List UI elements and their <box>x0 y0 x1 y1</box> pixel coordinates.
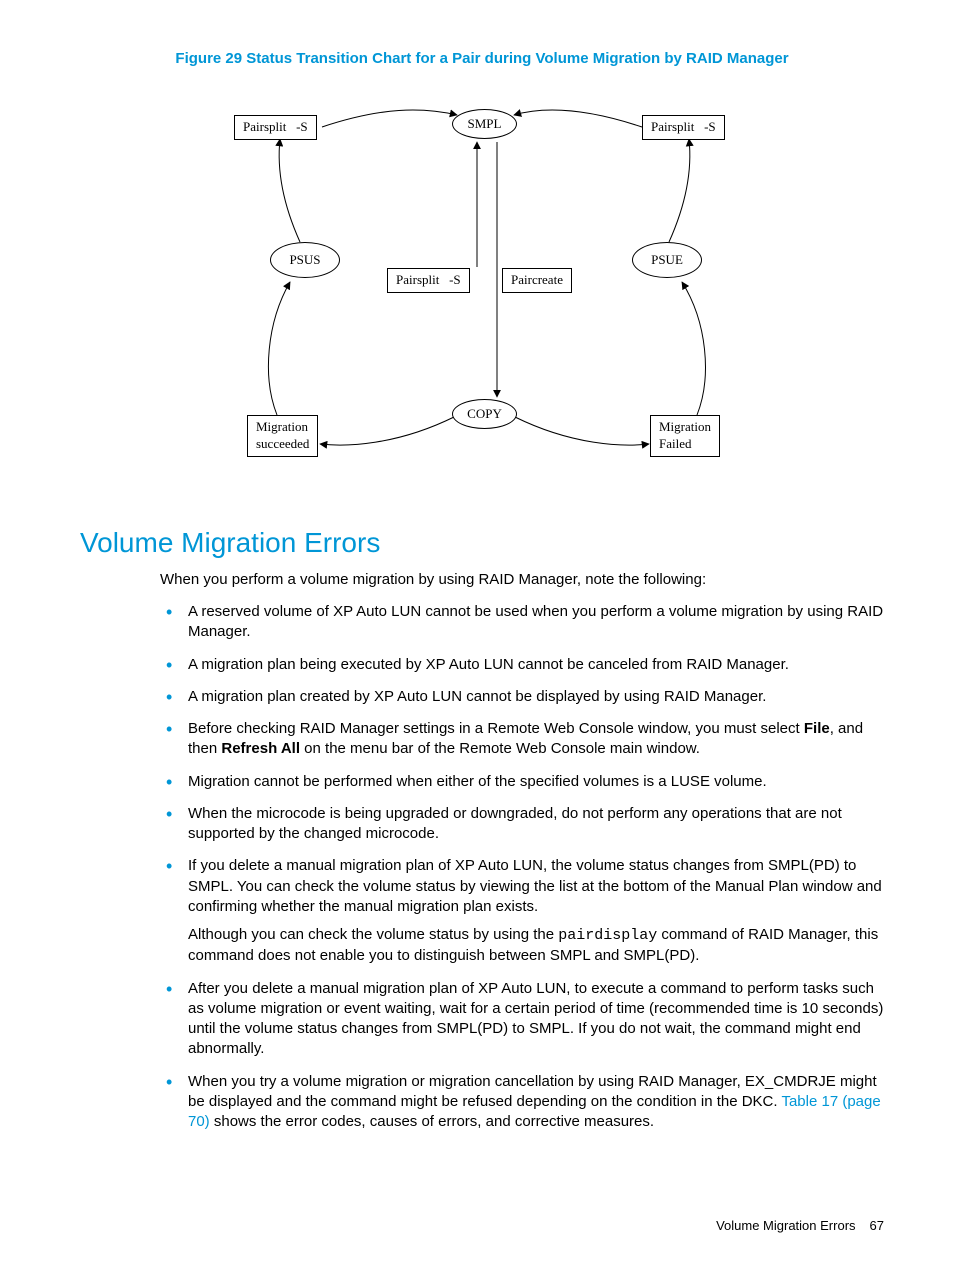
figure-caption: Figure 29 Status Transition Chart for a … <box>80 50 884 67</box>
node-smpl: SMPL <box>452 109 517 139</box>
list-item-text: A migration plan created by XP Auto LUN … <box>188 687 884 707</box>
list-item: After you delete a manual migration plan… <box>188 979 884 1060</box>
node-copy: COPY <box>452 399 517 429</box>
page-footer: Volume Migration Errors 67 <box>716 1218 884 1233</box>
list-item-text: When the microcode is being upgraded or … <box>188 804 884 845</box>
node-pairsplit-top-right: Pairsplit -S <box>642 115 725 140</box>
section-heading: Volume Migration Errors <box>80 527 884 559</box>
list-item-text: Before checking RAID Manager settings in… <box>188 719 884 760</box>
list-item: When the microcode is being upgraded or … <box>188 804 884 845</box>
list-item-text: A migration plan being executed by XP Au… <box>188 655 884 675</box>
footer-page-number: 67 <box>870 1218 884 1233</box>
list-item: A migration plan created by XP Auto LUN … <box>188 687 884 707</box>
node-migration-failed: Migration Failed <box>650 415 720 457</box>
node-psus: PSUS <box>270 242 340 278</box>
node-pairsplit-top-left: Pairsplit -S <box>234 115 317 140</box>
list-item: If you delete a manual migration plan of… <box>188 856 884 966</box>
node-migration-succeeded: Migration succeeded <box>247 415 318 457</box>
error-list: A reserved volume of XP Auto LUN cannot … <box>160 602 884 1144</box>
list-item-text: If you delete a manual migration plan of… <box>188 856 884 917</box>
node-psue: PSUE <box>632 242 702 278</box>
list-item: When you try a volume migration or migra… <box>188 1072 884 1133</box>
list-item: Before checking RAID Manager settings in… <box>188 719 884 760</box>
node-pairsplit-mid: Pairsplit -S <box>387 268 470 293</box>
list-item: A reserved volume of XP Auto LUN cannot … <box>188 602 884 643</box>
list-item-text: Migration cannot be performed when eithe… <box>188 772 884 792</box>
list-item-text: When you try a volume migration or migra… <box>188 1072 884 1133</box>
section-intro: When you perform a volume migration by u… <box>160 571 884 588</box>
footer-title: Volume Migration Errors <box>716 1218 855 1233</box>
list-item-extra: Although you can check the volume status… <box>188 925 884 967</box>
list-item: Migration cannot be performed when eithe… <box>188 772 884 792</box>
list-item-text: A reserved volume of XP Auto LUN cannot … <box>188 602 884 643</box>
figure-diagram: SMPL COPY PSUS PSUE Pairsplit -S Pairspl… <box>80 87 884 467</box>
list-item: A migration plan being executed by XP Au… <box>188 655 884 675</box>
node-paircreate: Paircreate <box>502 268 572 293</box>
list-item-text: After you delete a manual migration plan… <box>188 979 884 1060</box>
